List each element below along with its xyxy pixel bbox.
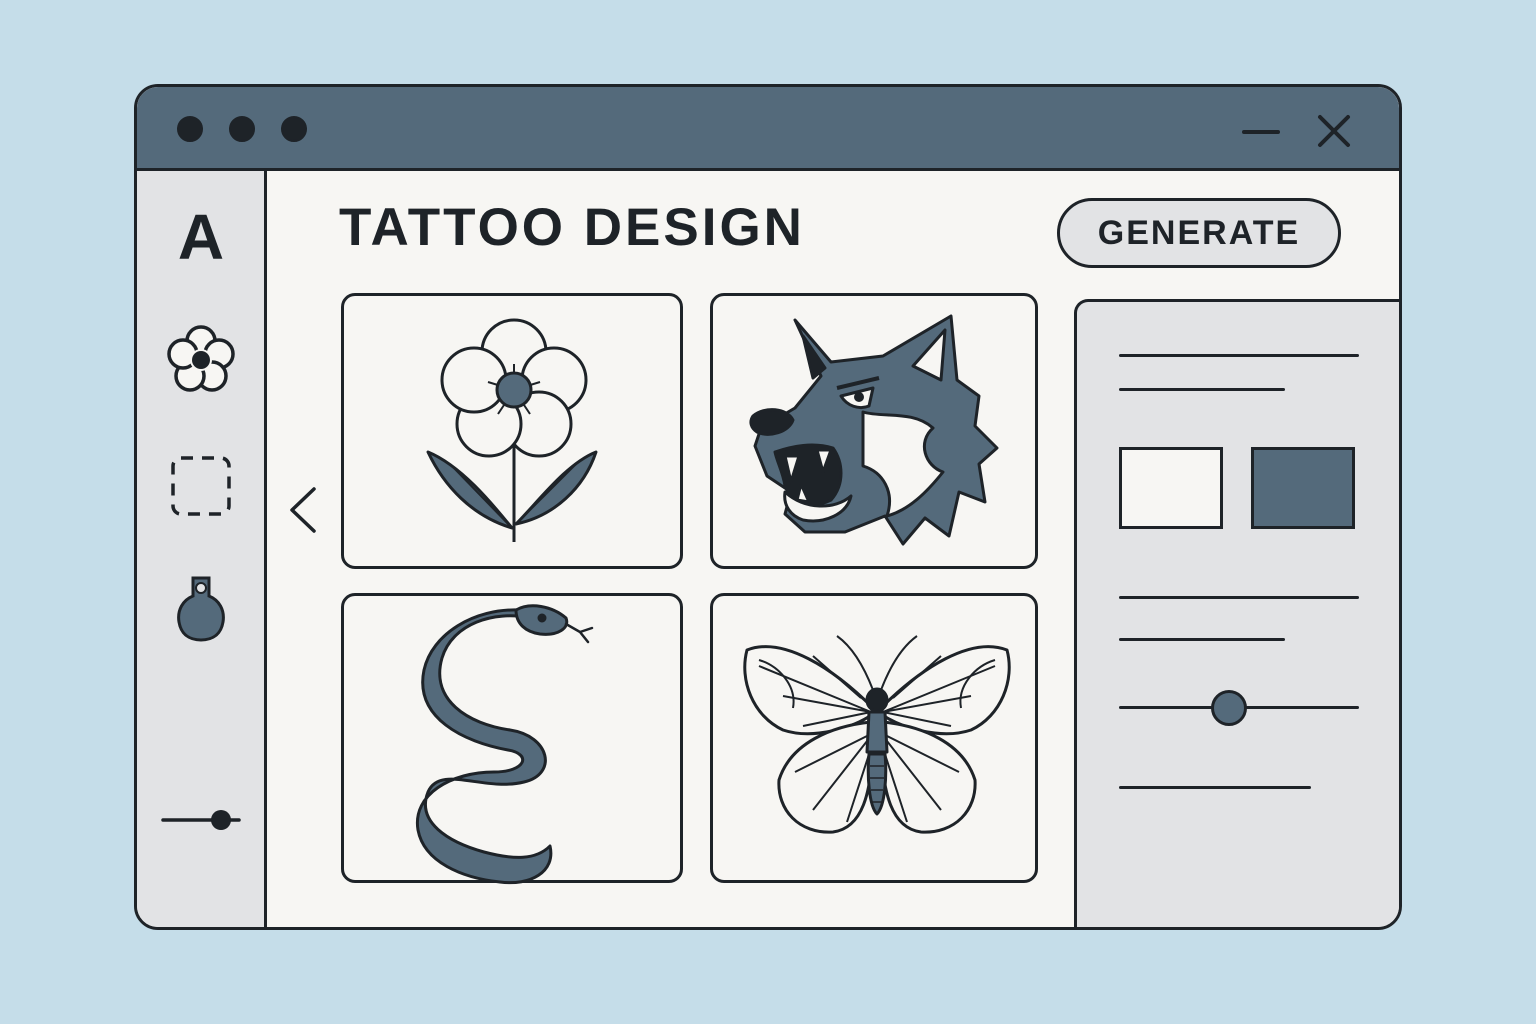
design-card-wolf[interactable] — [710, 293, 1038, 569]
text-placeholder — [1119, 786, 1311, 789]
text-placeholder — [1119, 638, 1285, 641]
text-tool-label: A — [177, 201, 225, 273]
design-card-flower[interactable] — [341, 293, 683, 569]
text-tool-button[interactable]: A — [158, 194, 244, 280]
chevron-left-icon[interactable] — [286, 485, 320, 535]
tool-sidebar: A — [137, 171, 267, 927]
size-slider[interactable] — [157, 777, 245, 863]
ink-drop-icon — [177, 576, 225, 642]
page-title: TATTOO DESIGN — [339, 198, 805, 257]
close-dot[interactable] — [177, 116, 203, 142]
design-card-butterfly[interactable] — [710, 593, 1038, 883]
settings-panel — [1074, 299, 1399, 927]
ink-tool-button[interactable] — [158, 565, 244, 651]
flower-design — [426, 318, 598, 542]
color-swatch-slate[interactable] — [1251, 447, 1355, 529]
app-window: A TATTOO DESIGN GENERATE — [134, 84, 1402, 930]
generate-button[interactable]: GENERATE — [1057, 198, 1341, 268]
minimize-icon[interactable] — [1241, 109, 1281, 149]
title-bar — [137, 87, 1399, 171]
color-swatch-white[interactable] — [1119, 447, 1223, 529]
close-icon[interactable] — [1314, 109, 1354, 149]
selection-icon — [171, 456, 231, 516]
zoom-dot[interactable] — [281, 116, 307, 142]
design-card-snake[interactable] — [341, 593, 683, 885]
wolf-design — [749, 314, 999, 546]
flower-tool-button[interactable] — [158, 317, 244, 403]
select-tool-button[interactable] — [158, 443, 244, 529]
flower-icon — [167, 325, 235, 392]
butterfly-design — [743, 635, 1011, 834]
slider-knob[interactable] — [1211, 690, 1248, 726]
minimize-dot[interactable] — [229, 116, 255, 142]
text-placeholder — [1119, 388, 1285, 391]
text-placeholder — [1119, 596, 1359, 599]
text-placeholder — [1119, 354, 1359, 357]
opacity-slider[interactable] — [1119, 688, 1359, 728]
slider-icon — [161, 810, 241, 830]
snake-design — [415, 604, 594, 885]
